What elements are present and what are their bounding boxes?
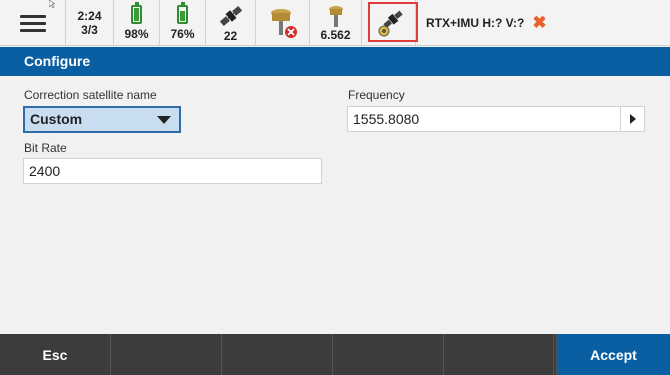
softkey-4[interactable] [333,334,444,375]
esc-button[interactable]: Esc [0,334,111,375]
bit-rate-value: 2400 [29,163,61,179]
battery-1-label: 98% [124,27,149,41]
hamburger-menu-icon-bar [19,21,46,25]
menu-button[interactable] [0,0,66,46]
position-status[interactable]: RTX+IMU H:? V:? ✖ [416,0,547,46]
status-bar: 2:24 3/3 98% 76% 22 6.562 RTX+IMU H:? V:… [0,0,670,46]
frequency-label: Frequency [348,88,405,102]
gnss-receiver-icon [328,6,343,27]
satellite-status[interactable]: 22 [206,0,256,46]
close-x-icon: ✖ [532,13,547,32]
battery-1-status[interactable]: 98% [114,0,160,46]
satellite-icon [219,5,242,27]
play-arrow-icon [630,114,636,124]
battery-2-status[interactable]: 76% [160,0,206,46]
correction-satellite-label: Correction satellite name [24,88,157,102]
dropdown-arrow-icon [157,116,171,124]
mouse-cursor-icon [49,0,55,8]
satellite-count: 22 [223,29,238,43]
battery-2-label: 76% [170,27,195,41]
rtx-highlight-box [368,2,418,42]
battery-icon [177,2,188,24]
hamburger-menu-icon-bar [19,28,46,32]
receiver-value: 6.562 [320,28,351,42]
hamburger-menu-icon [19,14,46,18]
correction-satellite-value: Custom [30,111,83,127]
frequency-value: 1555.8080 [353,111,420,127]
receiver-status[interactable]: 6.562 [310,0,362,46]
position-status-text: RTX+IMU H:? V:? [426,16,525,30]
bit-rate-field[interactable]: 2400 [23,158,322,184]
accept-button[interactable]: Accept [556,334,670,375]
page-title: Configure [0,47,670,76]
time-status[interactable]: 2:24 3/3 [66,0,114,46]
bottom-button-bar: Esc Accept [0,334,670,375]
receiver-error-status[interactable] [256,0,310,46]
configure-screen: 2:24 3/3 98% 76% 22 6.562 RTX+IMU H:? V:… [0,0,670,375]
page-count: 3/3 [81,23,98,37]
bit-rate-label: Bit Rate [24,141,67,155]
rtx-status[interactable] [366,0,418,46]
time-text: 2:24 [77,9,102,23]
softkey-2[interactable] [111,334,222,375]
softkey-3[interactable] [222,334,333,375]
frequency-field[interactable]: 1555.8080 [347,106,621,132]
battery-icon [131,2,142,24]
frequency-options-button[interactable] [620,106,645,132]
gnss-receiver-error-icon [270,9,297,38]
softkey-5[interactable] [444,334,554,375]
correction-satellite-dropdown[interactable]: Custom [23,106,181,133]
